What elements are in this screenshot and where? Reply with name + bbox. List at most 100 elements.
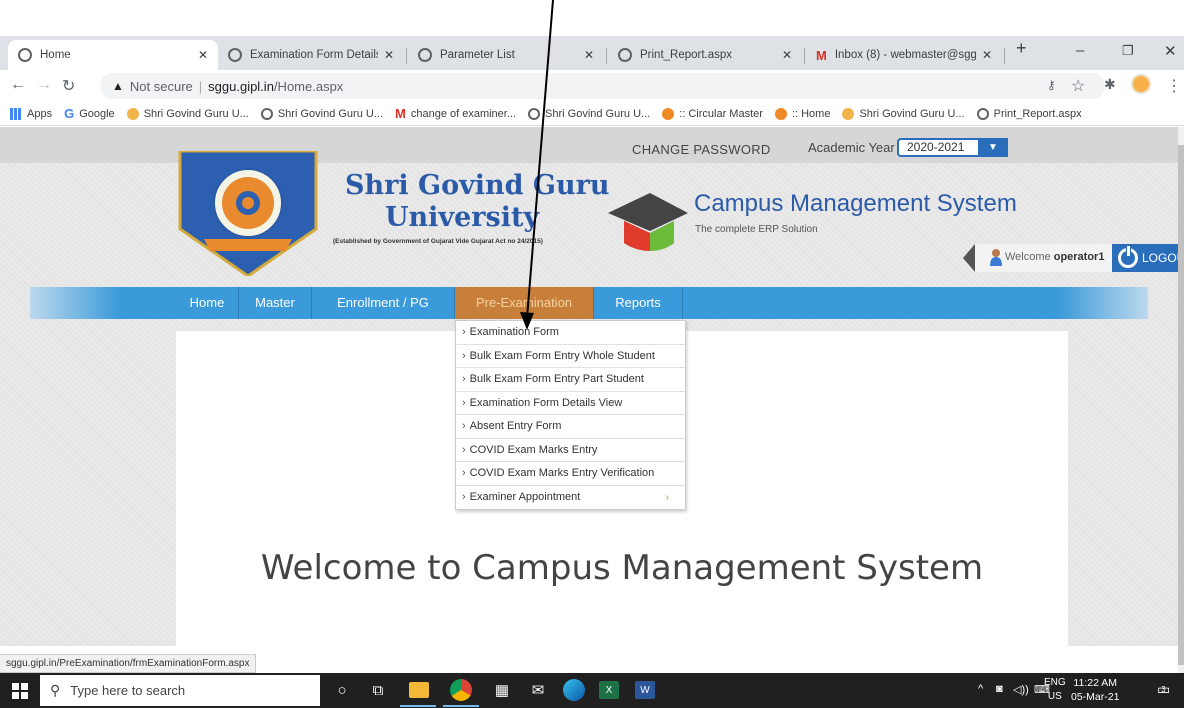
taskbar-active-indicator xyxy=(400,705,436,707)
excel-icon[interactable]: X xyxy=(599,681,619,699)
taskbar-search[interactable]: ⚲ Type here to search xyxy=(40,675,320,706)
tab-divider xyxy=(804,48,805,64)
address-separator: | xyxy=(198,78,203,94)
bookmark-label: Google xyxy=(79,107,115,120)
warning-icon: ▲ xyxy=(112,79,124,93)
tab-examination-form-details[interactable]: Examination Form Details ✕ xyxy=(218,40,404,70)
taskbar-clock[interactable]: 11:22 AM 05-Mar-21 xyxy=(1071,676,1119,704)
dropdown-item-label: Bulk Exam Form Entry Part Student xyxy=(469,373,644,385)
bookmarks-bar: Apps G Google Shri Govind Guru U... Shri… xyxy=(0,102,1184,126)
university-icon xyxy=(842,107,855,120)
extensions-icon[interactable]: ✱ xyxy=(1104,76,1116,93)
chevron-right-icon: › xyxy=(462,373,466,385)
power-icon xyxy=(1118,245,1138,268)
close-icon[interactable]: ✕ xyxy=(584,48,594,62)
bookmark-label: Apps xyxy=(27,107,53,120)
close-icon[interactable]: ✕ xyxy=(384,48,394,62)
start-button[interactable] xyxy=(0,673,40,708)
bookmark-label: Shri Govind Guru U... xyxy=(859,107,965,120)
apps-grid-icon xyxy=(10,107,22,120)
menu-home[interactable]: Home xyxy=(176,287,238,319)
tab-home[interactable]: Home ✕ xyxy=(8,40,218,70)
mail-icon[interactable]: ✉ xyxy=(527,679,549,701)
dropdown-item-label: Bulk Exam Form Entry Whole Student xyxy=(469,349,655,362)
change-password-link[interactable]: CHANGE PASSWORD xyxy=(632,142,771,157)
gmail-icon: M xyxy=(816,47,827,63)
welcome-prefix: Welcome xyxy=(1005,251,1051,263)
tab-gmail-inbox[interactable]: M Inbox (8) - webmaster@sggu.a ✕ xyxy=(806,40,1002,70)
word-icon[interactable]: W xyxy=(635,681,655,699)
tab-parameter-list[interactable]: Parameter List ✕ xyxy=(408,40,604,70)
bookmark-home[interactable]: :: Home xyxy=(774,107,830,120)
tab-label: Home xyxy=(40,49,71,61)
file-explorer-icon[interactable] xyxy=(409,682,429,698)
chevron-right-icon: › xyxy=(462,349,466,362)
task-view-icon[interactable]: ⧉ xyxy=(367,679,389,701)
bookmark-label: Shri Govind Guru U... xyxy=(545,107,651,120)
bookmark-sggu-4[interactable]: Shri Govind Guru U... xyxy=(842,107,965,120)
edge-icon[interactable] xyxy=(563,679,585,701)
bookmark-print-report[interactable]: Print_Report.aspx xyxy=(976,107,1082,120)
dropdown-item-bulk-whole[interactable]: › Bulk Exam Form Entry Whole Student xyxy=(456,345,685,368)
dropdown-item-covid-marks[interactable]: › COVID Exam Marks Entry xyxy=(456,439,685,462)
network-icon[interactable]: ◙ xyxy=(996,683,1003,695)
chevron-down-icon[interactable]: ▼ xyxy=(978,138,1008,157)
bookmark-apps[interactable]: Apps xyxy=(10,107,53,120)
scrollbar-thumb[interactable] xyxy=(1178,145,1184,665)
bookmark-sggu-3[interactable]: Shri Govind Guru U... xyxy=(528,107,651,120)
close-icon[interactable]: ✕ xyxy=(782,48,792,62)
address-bar[interactable]: ▲ Not secure | sggu.gipl.in /Home.aspx xyxy=(100,73,1105,99)
close-icon[interactable]: ✕ xyxy=(198,48,208,62)
bookmark-google[interactable]: G Google xyxy=(64,106,115,121)
dropdown-item-label: Absent Entry Form xyxy=(469,420,562,432)
bookmark-label: Shri Govind Guru U... xyxy=(277,107,383,120)
minimize-icon[interactable]: – xyxy=(1076,42,1084,59)
language-indicator[interactable]: ENG US xyxy=(1044,676,1066,704)
dropdown-item-absent-entry[interactable]: › Absent Entry Form xyxy=(456,415,685,439)
back-icon[interactable]: ← xyxy=(10,76,26,94)
bookmark-sggu-1[interactable]: Shri Govind Guru U... xyxy=(126,107,249,120)
menu-master[interactable]: Master xyxy=(239,287,311,319)
tray-chevron-icon[interactable]: ^ xyxy=(978,683,983,695)
notification-icon[interactable]: ▭3 xyxy=(1157,681,1175,698)
menu-reports[interactable]: Reports xyxy=(594,287,682,319)
bookmark-change-of-examiner[interactable]: M change of examiner... xyxy=(395,106,516,121)
calculator-icon[interactable]: ▦ xyxy=(491,679,513,701)
tab-label: Parameter List xyxy=(440,49,515,61)
menu-pre-examination[interactable]: Pre-Examination xyxy=(455,287,593,319)
dropdown-item-details-view[interactable]: › Examination Form Details View xyxy=(456,392,685,415)
chrome-icon[interactable] xyxy=(450,679,472,701)
dropdown-item-covid-verification[interactable]: › COVID Exam Marks Entry Verification xyxy=(456,462,685,486)
tab-divider xyxy=(406,48,407,64)
bookmark-circular-master[interactable]: :: Circular Master xyxy=(662,107,763,120)
taskbar-active-indicator xyxy=(443,705,479,707)
tab-print-report[interactable]: Print_Report.aspx ✕ xyxy=(608,40,802,70)
chevron-right-icon: › xyxy=(462,467,466,479)
star-icon[interactable]: ☆ xyxy=(1071,76,1085,96)
menu-kebab-icon[interactable]: ⋮ xyxy=(1166,76,1182,96)
dropdown-item-examiner-appointment[interactable]: › Examiner Appointment › xyxy=(456,486,685,510)
tab-label: Examination Form Details xyxy=(250,49,378,61)
restore-icon[interactable]: ❐ xyxy=(1122,43,1134,59)
clock-time: 11:22 AM xyxy=(1073,677,1118,689)
forward-icon[interactable]: → xyxy=(36,76,52,94)
logout-button[interactable]: LOGOUT xyxy=(1112,244,1178,272)
dropdown-item-label: Examiner Appointment xyxy=(469,490,581,503)
menu-divider xyxy=(682,287,683,319)
cortana-icon[interactable]: ○ xyxy=(331,679,353,701)
dropdown-item-examination-form[interactable]: › Examination Form xyxy=(456,321,685,345)
new-tab-button[interactable]: + xyxy=(1016,38,1027,59)
academic-year-label: Academic Year xyxy=(808,140,895,155)
key-icon[interactable]: ⚷ xyxy=(1047,78,1056,92)
language-code: ENG xyxy=(1044,677,1066,688)
close-icon[interactable]: ✕ xyxy=(982,48,992,62)
window-close-icon[interactable]: ✕ xyxy=(1164,42,1177,60)
bookmark-sggu-2[interactable]: Shri Govind Guru U... xyxy=(260,107,383,120)
volume-icon[interactable]: ◁)) xyxy=(1013,683,1029,696)
dropdown-item-bulk-part[interactable]: › Bulk Exam Form Entry Part Student xyxy=(456,368,685,392)
profile-avatar[interactable] xyxy=(1131,74,1151,94)
menu-enrollment-pg[interactable]: Enrollment / PG xyxy=(312,287,454,319)
reload-icon[interactable]: ↻ xyxy=(62,76,75,96)
bookmark-label: Shri Govind Guru U... xyxy=(143,107,249,120)
bookmark-label: Print_Report.aspx xyxy=(993,107,1082,120)
